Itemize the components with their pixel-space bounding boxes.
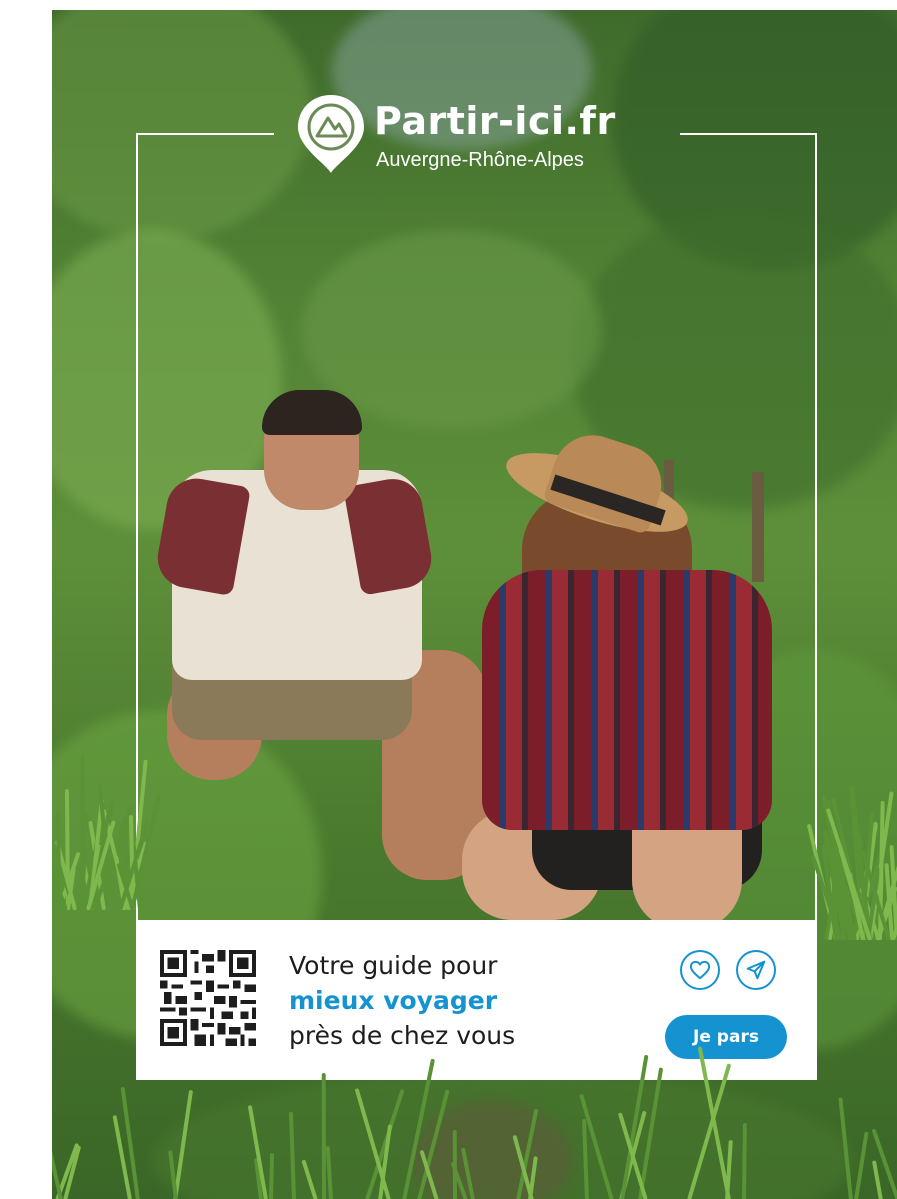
tagline-line3: près de chez vous [289, 1021, 516, 1050]
tagline-accent: mieux voyager [289, 986, 498, 1015]
grass-blade [322, 1072, 327, 1199]
brand-title: Partir-ici.fr [374, 99, 616, 143]
frame-right [815, 133, 817, 923]
poster: Partir-ici.fr Auvergne-Rhône-Alpes Votre… [52, 10, 897, 1199]
frame-top-right [680, 133, 817, 135]
grass-blade [452, 1129, 457, 1199]
map-pin-mountain-icon [298, 95, 364, 173]
frame-left [136, 133, 138, 923]
share-button[interactable] [736, 950, 776, 990]
grass-blade [871, 1159, 883, 1199]
brand-subtitle: Auvergne-Rhône-Alpes [376, 149, 584, 171]
send-icon [746, 960, 766, 980]
frame-top-left [136, 133, 274, 135]
je-pars-button[interactable]: Je pars [665, 1015, 787, 1059]
heart-icon [689, 960, 711, 980]
grass-blade [853, 1131, 869, 1199]
qr-code-icon[interactable] [160, 950, 256, 1046]
grass-blade [120, 1086, 140, 1199]
info-card: Votre guide pour mieux voyager près de c… [136, 920, 817, 1080]
man-hair [262, 390, 362, 435]
tagline-line1: Votre guide pour [289, 951, 498, 980]
foliage-blob [52, 10, 312, 240]
favorite-button[interactable] [680, 950, 720, 990]
woman-shirt [482, 570, 772, 830]
fence-post [752, 472, 764, 582]
tagline: Votre guide pour mieux voyager près de c… [289, 948, 515, 1053]
